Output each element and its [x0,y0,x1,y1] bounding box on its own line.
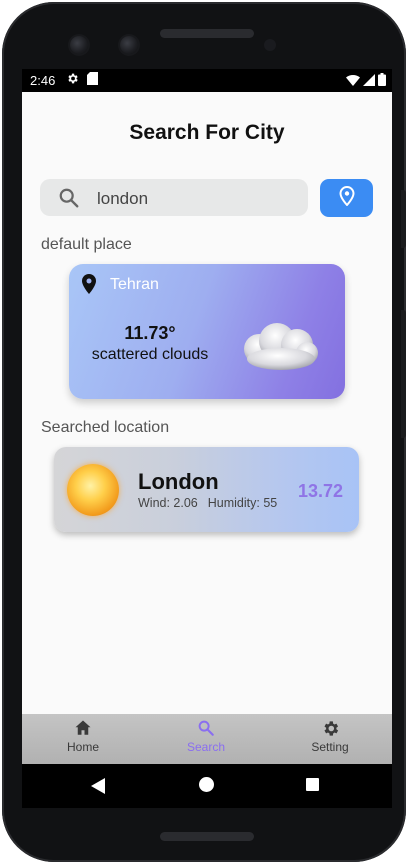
signal-icon [363,73,375,89]
front-camera-secondary [120,36,138,54]
search-icon [166,719,246,739]
cloud-icon [237,319,321,376]
wind-value: Wind: 2.06 [138,496,198,510]
default-place-label: default place [41,236,132,253]
default-place-condition: scattered clouds [91,346,209,363]
proximity-sensor [264,39,276,51]
power-button [401,190,406,248]
bottom-speaker [160,832,254,841]
recent-apps-icon[interactable] [306,778,319,791]
system-navigation-bar [22,764,392,808]
gear-icon [66,72,79,88]
nav-search[interactable]: Search [166,719,246,754]
sun-icon [67,464,119,516]
searched-details: Wind: 2.06 Humidity: 55 [138,496,277,510]
page-title: Search For City [129,121,285,144]
search-icon [58,187,80,214]
nav-setting-label: Setting [311,740,349,754]
searched-city: London [138,469,219,494]
status-bar: 2:46 [22,69,392,92]
searched-location-card[interactable]: London Wind: 2.06 Humidity: 55 13.72 [54,447,359,532]
gear-icon [290,719,370,739]
sd-card-icon [87,72,98,88]
searched-location-label: Searched location [41,419,170,436]
front-camera [70,36,88,54]
default-place-temperature: 11.73° [124,323,176,343]
searched-temperature: 13.72 [297,481,343,501]
location-pin-icon [81,274,97,299]
nav-setting[interactable]: Setting [290,719,370,754]
earpiece-speaker [160,29,254,38]
back-icon[interactable] [91,778,105,799]
status-time: 2:46 [30,73,56,88]
current-location-button[interactable] [320,179,373,217]
humidity-value: Humidity: 55 [207,496,278,510]
nav-home-label: Home [66,740,99,754]
home-circle-icon[interactable] [199,777,214,792]
battery-icon [378,73,386,89]
bottom-navigation: Home Search Setting [22,714,392,764]
phone-frame: 2:46 Search For City london default plac… [2,2,406,862]
search-input[interactable]: london [40,179,308,216]
app-screen: 2:46 Search For City london default plac… [22,69,392,808]
default-place-card[interactable]: Tehran 11.73° scattered clouds [69,264,345,399]
search-input-value: london [97,189,149,208]
default-place-city: Tehran [110,276,159,293]
volume-button [401,310,406,438]
home-icon [43,719,123,739]
nav-search-label: Search [186,740,226,754]
location-pin-icon [338,185,355,211]
wifi-icon [346,74,360,89]
nav-home[interactable]: Home [43,719,123,754]
